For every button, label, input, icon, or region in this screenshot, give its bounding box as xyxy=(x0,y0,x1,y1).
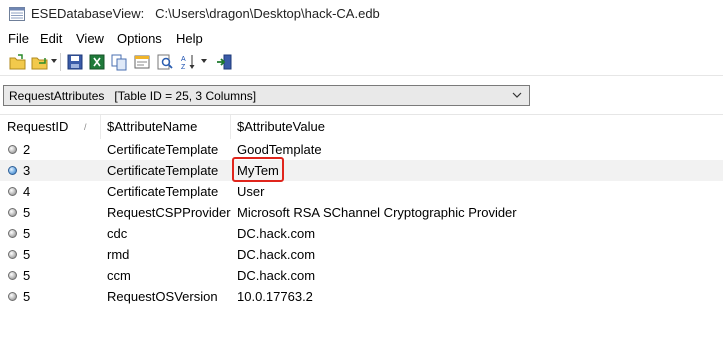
cell-requestid: 4 xyxy=(23,184,31,199)
table-row[interactable]: 5 ccm DC.hack.com xyxy=(0,265,723,286)
save-icon[interactable] xyxy=(66,53,84,71)
excel-export-icon[interactable] xyxy=(88,53,106,71)
cell-requestid: 5 xyxy=(23,289,31,304)
table-row[interactable]: 5 RequestOSVersion 10.0.17763.2 xyxy=(0,286,723,307)
column-header-attributevalue[interactable]: $AttributeValue xyxy=(237,119,325,134)
column-divider[interactable] xyxy=(100,115,101,139)
gray-circle-icon xyxy=(8,292,17,301)
gray-circle-icon xyxy=(8,229,17,238)
table-row[interactable]: 2 CertificateTemplate GoodTemplate xyxy=(0,139,723,160)
sort-az-icon[interactable]: A Z xyxy=(180,53,198,71)
cell-requestid: 5 xyxy=(23,247,31,262)
cell-attributevalue: 10.0.17763.2 xyxy=(237,289,313,304)
cell-attributename: RequestCSPProvider xyxy=(107,205,231,220)
cell-attributevalue: DC.hack.com xyxy=(237,268,316,283)
cell-attributevalue: User xyxy=(237,184,265,199)
cell-attributename: CertificateTemplate xyxy=(107,163,219,178)
sort-dropdown-chevron-icon[interactable] xyxy=(201,59,207,63)
open-dropdown-icon[interactable] xyxy=(31,53,49,71)
menu-file[interactable]: File xyxy=(8,31,29,46)
cell-attributename: ccm xyxy=(107,268,131,283)
column-divider[interactable] xyxy=(230,115,231,139)
copy-icon[interactable] xyxy=(110,53,128,71)
gray-circle-icon xyxy=(8,271,17,280)
database-app-icon xyxy=(9,7,25,21)
table-row[interactable]: 4 CertificateTemplate User xyxy=(0,181,723,202)
toolbar-separator xyxy=(60,53,61,71)
cell-attributevalue: DC.hack.com xyxy=(237,247,316,262)
cell-attributename: cdc xyxy=(107,226,128,241)
cell-attributename: rmd xyxy=(107,247,130,262)
sort-indicator: / xyxy=(84,122,87,132)
table-selector-value: RequestAttributes [Table ID = 25, 3 Colu… xyxy=(9,89,257,103)
menu-options[interactable]: Options xyxy=(117,31,162,46)
svg-text:Z: Z xyxy=(181,64,186,71)
menu-edit[interactable]: Edit xyxy=(40,31,62,46)
gray-circle-icon xyxy=(8,187,17,196)
gray-circle-icon xyxy=(8,208,17,217)
window-title: ESEDatabaseView: C:\Users\dragon\Desktop… xyxy=(31,6,380,21)
table-selector-dropdown[interactable]: RequestAttributes [Table ID = 25, 3 Colu… xyxy=(3,85,530,106)
menu-bar: File Edit View Options Help xyxy=(0,29,723,49)
table-row[interactable]: 5 cdc DC.hack.com xyxy=(0,223,723,244)
chevron-down-icon xyxy=(512,92,522,98)
open-folder-icon[interactable] xyxy=(9,53,27,71)
find-icon[interactable] xyxy=(156,53,174,71)
gray-circle-icon xyxy=(8,145,17,154)
cell-attributename: CertificateTemplate xyxy=(107,142,219,157)
cell-requestid: 2 xyxy=(23,142,31,157)
table-row-selected[interactable]: 3 CertificateTemplate MyTem xyxy=(0,160,723,181)
column-header-requestid[interactable]: RequestID xyxy=(7,119,68,134)
menu-help[interactable]: Help xyxy=(176,31,203,46)
title-bar: ESEDatabaseView: C:\Users\dragon\Desktop… xyxy=(0,0,723,29)
cell-requestid: 3 xyxy=(23,163,31,178)
records-list[interactable]: RequestID / $AttributeName $AttributeVal… xyxy=(0,114,723,352)
file-path: C:\Users\dragon\Desktop\hack-CA.edb xyxy=(155,6,380,21)
cell-requestid: 5 xyxy=(23,226,31,241)
globe-icon xyxy=(8,166,17,175)
gray-circle-icon xyxy=(8,250,17,259)
column-header-attributename[interactable]: $AttributeName xyxy=(107,119,197,134)
table-row[interactable]: 5 rmd DC.hack.com xyxy=(0,244,723,265)
cell-attributevalue: GoodTemplate xyxy=(237,142,322,157)
app-name: ESEDatabaseView: xyxy=(31,6,145,21)
toolbar: A Z xyxy=(0,49,723,76)
annotation-highlight-box xyxy=(232,157,284,182)
exit-icon[interactable] xyxy=(216,53,234,71)
cell-attributename: RequestOSVersion xyxy=(107,289,218,304)
cell-attributevalue: DC.hack.com xyxy=(237,226,316,241)
properties-icon[interactable] xyxy=(133,53,151,71)
cell-attributename: CertificateTemplate xyxy=(107,184,219,199)
chevron-down-icon[interactable] xyxy=(51,59,57,63)
cell-requestid: 5 xyxy=(23,205,31,220)
svg-text:A: A xyxy=(181,56,186,63)
cell-attributevalue: Microsoft RSA SChannel Cryptographic Pro… xyxy=(237,205,517,220)
cell-requestid: 5 xyxy=(23,268,31,283)
list-header: RequestID / $AttributeName $AttributeVal… xyxy=(0,115,723,139)
menu-view[interactable]: View xyxy=(76,31,104,46)
table-row[interactable]: 5 RequestCSPProvider Microsoft RSA SChan… xyxy=(0,202,723,223)
